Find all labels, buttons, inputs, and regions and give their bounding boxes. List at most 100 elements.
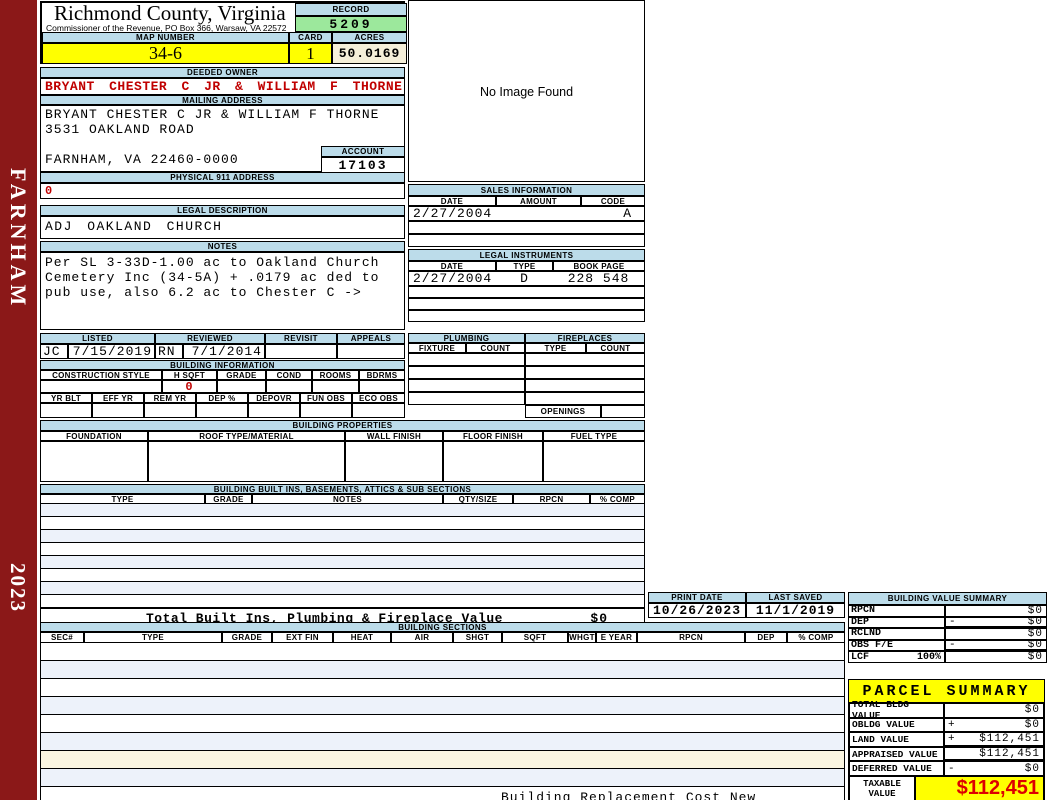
- parcel-summary: PARCEL SUMMARY TOTAL BLDG VALUE $0 OBLDG…: [848, 679, 1045, 800]
- sec-sqft-label: SQFT: [502, 632, 568, 643]
- obldg-value: $0: [1024, 718, 1040, 731]
- hsqft-label: H SQFT: [162, 370, 217, 380]
- built-ins-title: BUILDING BUILT INS, BASEMENTS, ATTICS & …: [40, 484, 645, 494]
- deferred-label: DEFERRED VALUE: [849, 761, 944, 776]
- legal-description-box: ADJ OAKLAND CHURCH: [40, 216, 405, 239]
- table-row: [41, 504, 644, 517]
- property-record-card: FARNHAM 2023 Richmond County, Virginia C…: [0, 0, 1050, 800]
- eco-obs-value: [352, 403, 405, 418]
- land-value: $112,451: [979, 732, 1040, 745]
- li-type-label: TYPE: [496, 261, 553, 271]
- record-label: RECORD: [295, 3, 407, 16]
- fireplaces-type-label: TYPE: [525, 343, 586, 353]
- table-row: [41, 697, 844, 715]
- deeded-owner-value: BRYANT CHESTER C JR & WILLIAM F THORNE: [40, 78, 405, 95]
- sales-date-value: 2/27/2004: [408, 206, 496, 221]
- notes-box: Per SL 3-33D-1.00 ac to Oakland Church C…: [40, 252, 405, 330]
- construction-style-label: CONSTRUCTION STYLE: [40, 370, 162, 380]
- fuel-type-label: FUEL TYPE: [543, 431, 645, 441]
- obldg-operator: +: [948, 718, 956, 731]
- table-row: [525, 379, 645, 392]
- table-row: [408, 366, 525, 379]
- table-row: [408, 379, 525, 392]
- lcf-percent: 100%: [916, 651, 941, 663]
- cond-label: COND: [266, 370, 312, 380]
- acres-label: ACRES: [332, 32, 407, 43]
- table-row: [41, 643, 844, 661]
- lcf-value: $0: [945, 651, 1047, 663]
- building-value-summary-title: BUILDING VALUE SUMMARY: [848, 592, 1047, 605]
- rpcn-label: RPCN: [848, 605, 945, 617]
- plumbing-title: PLUMBING: [408, 333, 525, 343]
- sec-shgt-label: SHGT: [453, 632, 502, 643]
- print-info-table: PRINT DATE LAST SAVED 10/26/2023 11/1/20…: [648, 592, 845, 618]
- bi-rpcn-label: RPCN: [513, 494, 590, 504]
- built-ins-table: TYPE GRADE NOTES QTY/SIZE RPCN % COMP To…: [40, 494, 645, 626]
- last-saved-value: 11/1/2019: [746, 603, 845, 618]
- bi-grade-label: GRADE: [205, 494, 252, 504]
- dep-pct-value: [196, 403, 248, 418]
- map-number-value: 34-6: [42, 43, 289, 64]
- sec-dep-label: DEP: [745, 632, 787, 643]
- sec-comp-label: % COMP: [787, 632, 845, 643]
- building-information-title: BUILDING INFORMATION: [40, 360, 405, 370]
- physical-911-label: PHYSICAL 911 ADDRESS: [40, 172, 405, 183]
- sec-num-label: SEC#: [40, 632, 84, 643]
- table-row: [41, 530, 644, 543]
- print-date-value: 10/26/2023: [648, 603, 746, 618]
- openings-value: [601, 405, 645, 418]
- building-sections-table: SEC# TYPE GRADE EXT FIN HEAT AIR SHGT SQ…: [40, 632, 845, 800]
- openings-label: OPENINGS: [525, 405, 601, 418]
- legal-instruments-title: LEGAL INSTRUMENTS: [408, 249, 645, 261]
- property-photo-panel: No Image Found: [408, 0, 645, 182]
- table-row: [408, 286, 645, 298]
- dep-pct-label: DEP %: [196, 393, 248, 403]
- yr-blt-label: YR BLT: [40, 393, 92, 403]
- table-row: [41, 517, 644, 530]
- deferred-operator: -: [948, 762, 956, 775]
- table-row: [408, 392, 525, 405]
- land-value-row: + $112,451: [944, 732, 1044, 747]
- fireplaces-title: FIREPLACES: [525, 333, 645, 343]
- replacement-cost-note: Building Replacement Cost New: [501, 790, 757, 800]
- table-row: [41, 769, 844, 787]
- table-row: [525, 392, 645, 405]
- sec-type-label: TYPE: [84, 632, 222, 643]
- depovr-label: DEPOVR: [248, 393, 300, 403]
- legal-description-label: LEGAL DESCRIPTION: [40, 205, 405, 216]
- legal-instruments-table: LEGAL INSTRUMENTS DATE TYPE BOOK PAGE 2/…: [408, 249, 645, 322]
- appeals-value: [337, 344, 405, 359]
- floor-finish-value: [443, 441, 543, 482]
- lcf-label: LCF: [851, 651, 870, 663]
- floor-finish-label: FLOOR FINISH: [443, 431, 543, 441]
- notes-line: Per SL 3-33D-1.00 ac to Oakland Church: [45, 255, 380, 270]
- taxable-value-label: TAXABLE VALUE: [849, 775, 915, 800]
- building-properties-title: BUILDING PROPERTIES: [40, 420, 645, 431]
- grade-label: GRADE: [217, 370, 266, 380]
- li-date-label: DATE: [408, 261, 496, 271]
- header-group: Richmond County, Virginia Commissioner o…: [40, 1, 407, 64]
- obldg-row: + $0: [944, 717, 1044, 733]
- fun-obs-label: FUN OBS: [300, 393, 352, 403]
- table-row: [408, 353, 525, 366]
- li-type-value: D: [496, 271, 553, 286]
- land-value-label: LAND VALUE: [849, 732, 944, 747]
- depovr-value: [248, 403, 300, 418]
- notes-line: Cemetery Inc (34-5A) + .0179 ac ded to: [45, 270, 380, 285]
- sec-whgt-label: WHGT: [568, 632, 596, 643]
- taxable-value: $112,451: [915, 775, 1044, 800]
- sales-code-value: A: [581, 206, 645, 221]
- table-row: [41, 733, 844, 751]
- bi-comp-label: % COMP: [590, 494, 645, 504]
- plumbing-fixture-label: FIXTURE: [408, 343, 466, 353]
- notes-line: pub use, also 6.2 ac to Chester C ->: [45, 285, 362, 300]
- eco-obs-label: ECO OBS: [352, 393, 405, 403]
- plumbing-count-label: COUNT: [466, 343, 525, 353]
- eff-yr-value: [92, 403, 144, 418]
- map-number-label: MAP NUMBER: [42, 32, 289, 43]
- sec-grade-label: GRADE: [222, 632, 272, 643]
- sec-extfin-label: EXT FIN: [272, 632, 333, 643]
- table-row: [41, 556, 644, 569]
- obs-fe-label: OBS F/E: [848, 639, 945, 652]
- bi-type-label: TYPE: [40, 494, 205, 504]
